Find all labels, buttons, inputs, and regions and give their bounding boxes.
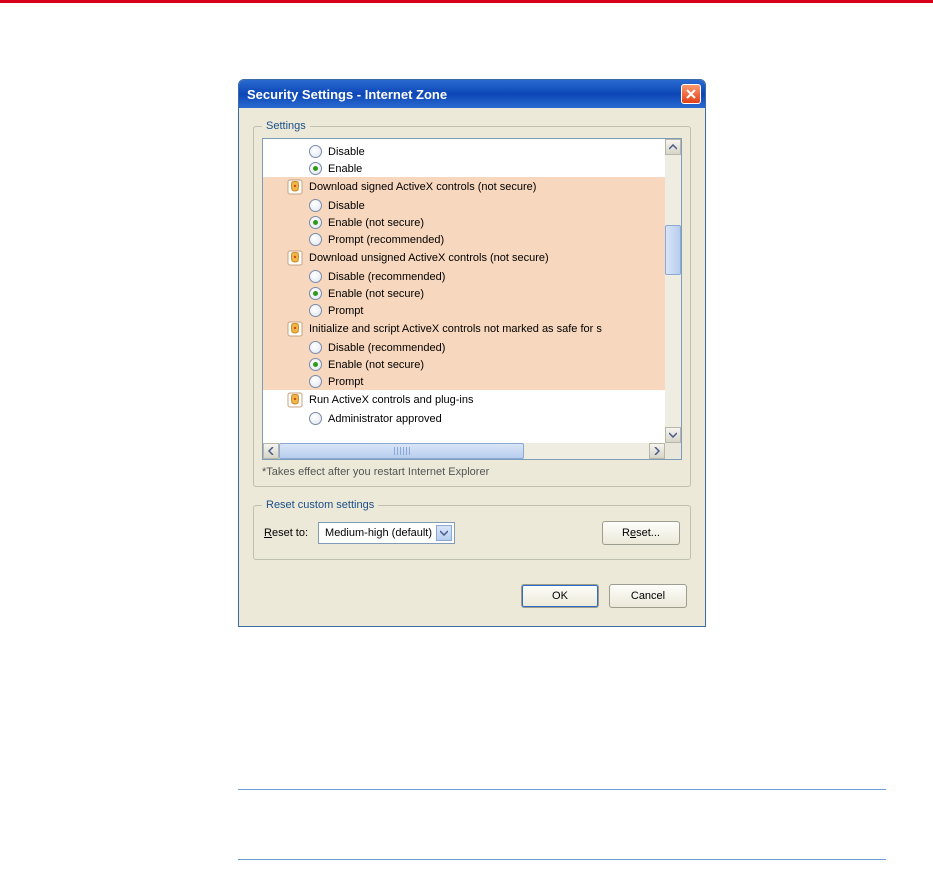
horizontal-scrollbar[interactable]	[263, 443, 665, 459]
radio-button[interactable]	[309, 341, 322, 354]
titlebar[interactable]: Security Settings - Internet Zone	[239, 80, 705, 108]
radio-button[interactable]	[309, 270, 322, 283]
settings-category: Run ActiveX controls and plug-ins	[263, 390, 665, 410]
close-button[interactable]	[681, 84, 701, 104]
radio-label: Prompt	[328, 376, 363, 388]
settings-category: Initialize and script ActiveX controls n…	[263, 319, 665, 339]
settings-fieldset: Settings Disable Enable Download signed Ac…	[253, 120, 691, 487]
activex-icon	[287, 321, 303, 337]
radio-label: Enable (not secure)	[328, 359, 424, 371]
activex-icon	[287, 392, 303, 408]
reset-row: Reset to: Medium-high (default) Reset...	[262, 517, 682, 551]
scroll-left-button[interactable]	[263, 443, 279, 459]
chevron-up-icon	[669, 144, 677, 150]
scroll-right-button[interactable]	[649, 443, 665, 459]
settings-radio-row[interactable]: Prompt (recommended)	[263, 231, 665, 248]
radio-button[interactable]	[309, 412, 322, 425]
separator-line	[238, 859, 886, 860]
radio-label: Disable (recommended)	[328, 271, 445, 283]
settings-category: Download signed ActiveX controls (not se…	[263, 177, 665, 197]
radio-label: Disable	[328, 200, 365, 212]
settings-radio-row[interactable]: Disable	[263, 197, 665, 214]
settings-radio-row[interactable]: Prompt	[263, 373, 665, 390]
settings-category: Download unsigned ActiveX controls (not …	[263, 248, 665, 268]
radio-button[interactable]	[309, 287, 322, 300]
scroll-track-vertical[interactable]	[665, 155, 681, 427]
radio-button[interactable]	[309, 199, 322, 212]
settings-radio-row[interactable]: Disable (recommended)	[263, 339, 665, 356]
settings-radio-row[interactable]: Disable (recommended)	[263, 268, 665, 285]
activex-icon	[287, 250, 303, 266]
reset-legend: Reset custom settings	[262, 499, 378, 511]
settings-radio-row[interactable]: Administrator approved	[263, 410, 665, 427]
settings-footnote: *Takes effect after you restart Internet…	[262, 466, 682, 478]
radio-button[interactable]	[309, 304, 322, 317]
radio-button[interactable]	[309, 375, 322, 388]
vertical-scrollbar[interactable]	[665, 139, 681, 443]
settings-radio-row[interactable]: Enable (not secure)	[263, 356, 665, 373]
select-dropdown-button[interactable]	[436, 525, 452, 541]
reset-button[interactable]: Reset...	[602, 521, 680, 545]
radio-label: Administrator approved	[328, 413, 442, 425]
cancel-button[interactable]: Cancel	[609, 584, 687, 608]
settings-radio-row[interactable]: Enable (not secure)	[263, 285, 665, 302]
dialog-button-row: OK Cancel	[253, 572, 691, 612]
radio-button[interactable]	[309, 358, 322, 371]
separator-line	[238, 789, 886, 790]
settings-listbox: Disable Enable Download signed ActiveX con…	[262, 138, 682, 460]
category-label: Run ActiveX controls and plug-ins	[309, 394, 473, 406]
category-label: Download unsigned ActiveX controls (not …	[309, 252, 549, 264]
category-label: Download signed ActiveX controls (not se…	[309, 181, 536, 193]
reset-to-label: Reset to:	[264, 527, 308, 539]
scroll-thumb-vertical[interactable]	[665, 225, 681, 275]
category-label: Initialize and script ActiveX controls n…	[309, 323, 602, 335]
reset-fieldset: Reset custom settings Reset to: Medium-h…	[253, 499, 691, 560]
scroll-down-button[interactable]	[665, 427, 681, 443]
scroll-track-horizontal[interactable]	[279, 443, 649, 459]
close-icon	[686, 89, 696, 99]
radio-button[interactable]	[309, 216, 322, 229]
chevron-left-icon	[268, 447, 274, 455]
radio-label: Enable (not secure)	[328, 288, 424, 300]
activex-icon	[287, 179, 303, 195]
radio-label: Enable	[328, 163, 362, 175]
settings-list[interactable]: Disable Enable Download signed ActiveX con…	[263, 139, 665, 443]
reset-to-value: Medium-high (default)	[325, 527, 436, 539]
scrollbar-corner	[665, 443, 681, 459]
chevron-right-icon	[654, 447, 660, 455]
dialog-title: Security Settings - Internet Zone	[247, 87, 681, 102]
radio-button[interactable]	[309, 162, 322, 175]
security-settings-dialog: Security Settings - Internet Zone Settin…	[238, 79, 706, 627]
radio-label: Disable	[328, 146, 365, 158]
radio-label: Prompt	[328, 305, 363, 317]
reset-to-select[interactable]: Medium-high (default)	[318, 522, 455, 544]
settings-radio-row[interactable]: Disable	[263, 143, 665, 160]
chevron-down-icon	[440, 530, 448, 536]
radio-button[interactable]	[309, 233, 322, 246]
scroll-thumb-horizontal[interactable]	[279, 443, 524, 459]
ok-button[interactable]: OK	[521, 584, 599, 608]
radio-label: Enable (not secure)	[328, 217, 424, 229]
scroll-up-button[interactable]	[665, 139, 681, 155]
dialog-body: Settings Disable Enable Download signed Ac…	[239, 108, 705, 626]
chevron-down-icon	[669, 432, 677, 438]
settings-radio-row[interactable]: Prompt	[263, 302, 665, 319]
radio-button[interactable]	[309, 145, 322, 158]
settings-legend: Settings	[262, 120, 310, 132]
radio-label: Disable (recommended)	[328, 342, 445, 354]
radio-label: Prompt (recommended)	[328, 234, 444, 246]
settings-radio-row[interactable]: Enable (not secure)	[263, 214, 665, 231]
settings-radio-row[interactable]: Enable	[263, 160, 665, 177]
